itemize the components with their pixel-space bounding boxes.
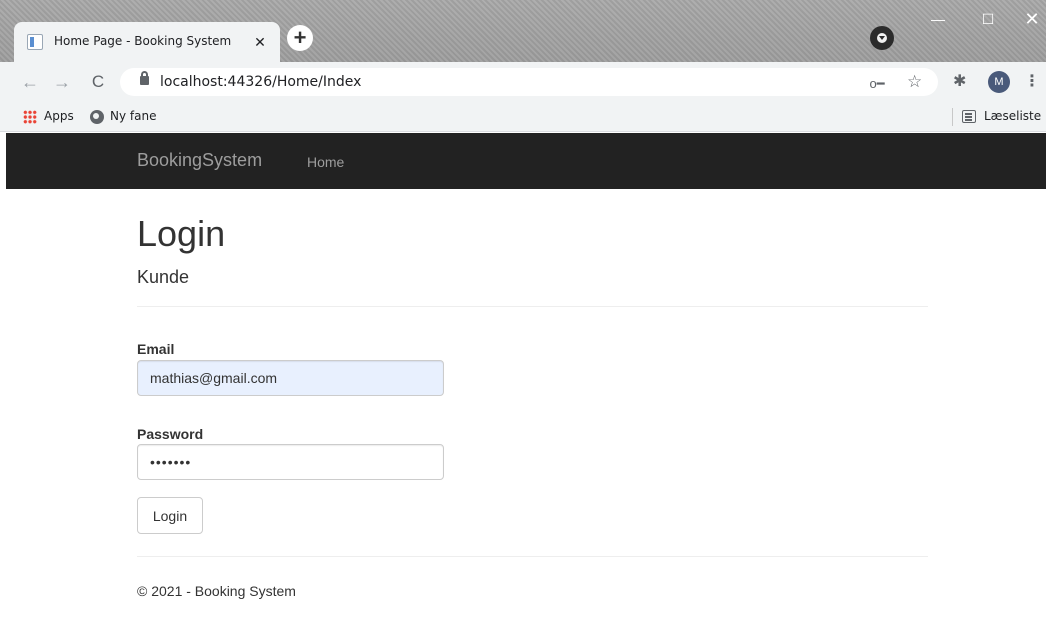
profile-avatar[interactable]: M xyxy=(988,71,1010,93)
page-favicon-icon xyxy=(27,34,43,50)
window-close-button[interactable]: ✕ xyxy=(1012,6,1046,32)
site-navbar: BookingSystem Home xyxy=(6,133,1046,189)
forward-arrow-icon[interactable]: → xyxy=(50,70,74,94)
download-extension-icon[interactable] xyxy=(870,26,894,50)
reload-icon[interactable]: C xyxy=(86,70,110,94)
page-subtitle: Kunde xyxy=(137,267,190,287)
extensions-puzzle-icon[interactable]: ✱ xyxy=(953,72,966,92)
bookmark-star-icon[interactable]: ☆ xyxy=(907,73,922,91)
page-title: Login xyxy=(137,213,226,254)
tab-title: Home Page - Booking System xyxy=(54,34,232,48)
reading-list-button[interactable]: Læseliste xyxy=(984,109,1041,123)
email-field[interactable] xyxy=(137,360,444,396)
password-key-icon[interactable]: o━ xyxy=(868,76,886,91)
bookmark-ny-fane[interactable]: Ny fane xyxy=(110,109,156,123)
url-text[interactable]: localhost:44326/Home/Index xyxy=(160,74,361,90)
window-maximize-button[interactable]: ☐ xyxy=(968,6,1008,32)
window-minimize-button[interactable]: — xyxy=(918,6,958,32)
new-tab-button[interactable]: + xyxy=(287,25,313,51)
close-tab-icon[interactable]: ✕ xyxy=(250,32,270,52)
reading-list-icon[interactable] xyxy=(962,110,976,123)
back-arrow-icon[interactable]: ← xyxy=(18,70,42,94)
header-divider xyxy=(137,306,928,307)
globe-icon[interactable] xyxy=(90,110,104,124)
browser-toolbar: ← → C localhost:44326/Home/Index o━ ☆ ✱ … xyxy=(0,62,1046,102)
bookmarks-divider xyxy=(952,108,953,126)
apps-grid-icon[interactable] xyxy=(23,110,37,124)
footer-divider xyxy=(137,556,928,557)
address-bar[interactable]: localhost:44326/Home/Index xyxy=(120,68,938,96)
email-label: Email xyxy=(137,341,175,357)
browser-titlebar: Home Page - Booking System ✕ + — ☐ ✕ xyxy=(0,0,1046,62)
bookmarks-bar: Apps Ny fane Læseliste xyxy=(0,102,1046,132)
password-label: Password xyxy=(137,426,204,442)
browser-tab[interactable]: Home Page - Booking System ✕ xyxy=(14,22,280,62)
bookmark-apps[interactable]: Apps xyxy=(44,109,74,123)
login-button[interactable]: Login xyxy=(137,497,203,534)
password-field[interactable] xyxy=(137,444,444,480)
nav-link-home[interactable]: Home xyxy=(307,154,344,170)
browser-menu-icon[interactable]: ⋮ xyxy=(1024,71,1040,93)
footer-copyright: © 2021 - Booking System xyxy=(137,583,296,599)
navbar-brand[interactable]: BookingSystem xyxy=(137,150,262,171)
lock-icon[interactable] xyxy=(140,71,149,85)
